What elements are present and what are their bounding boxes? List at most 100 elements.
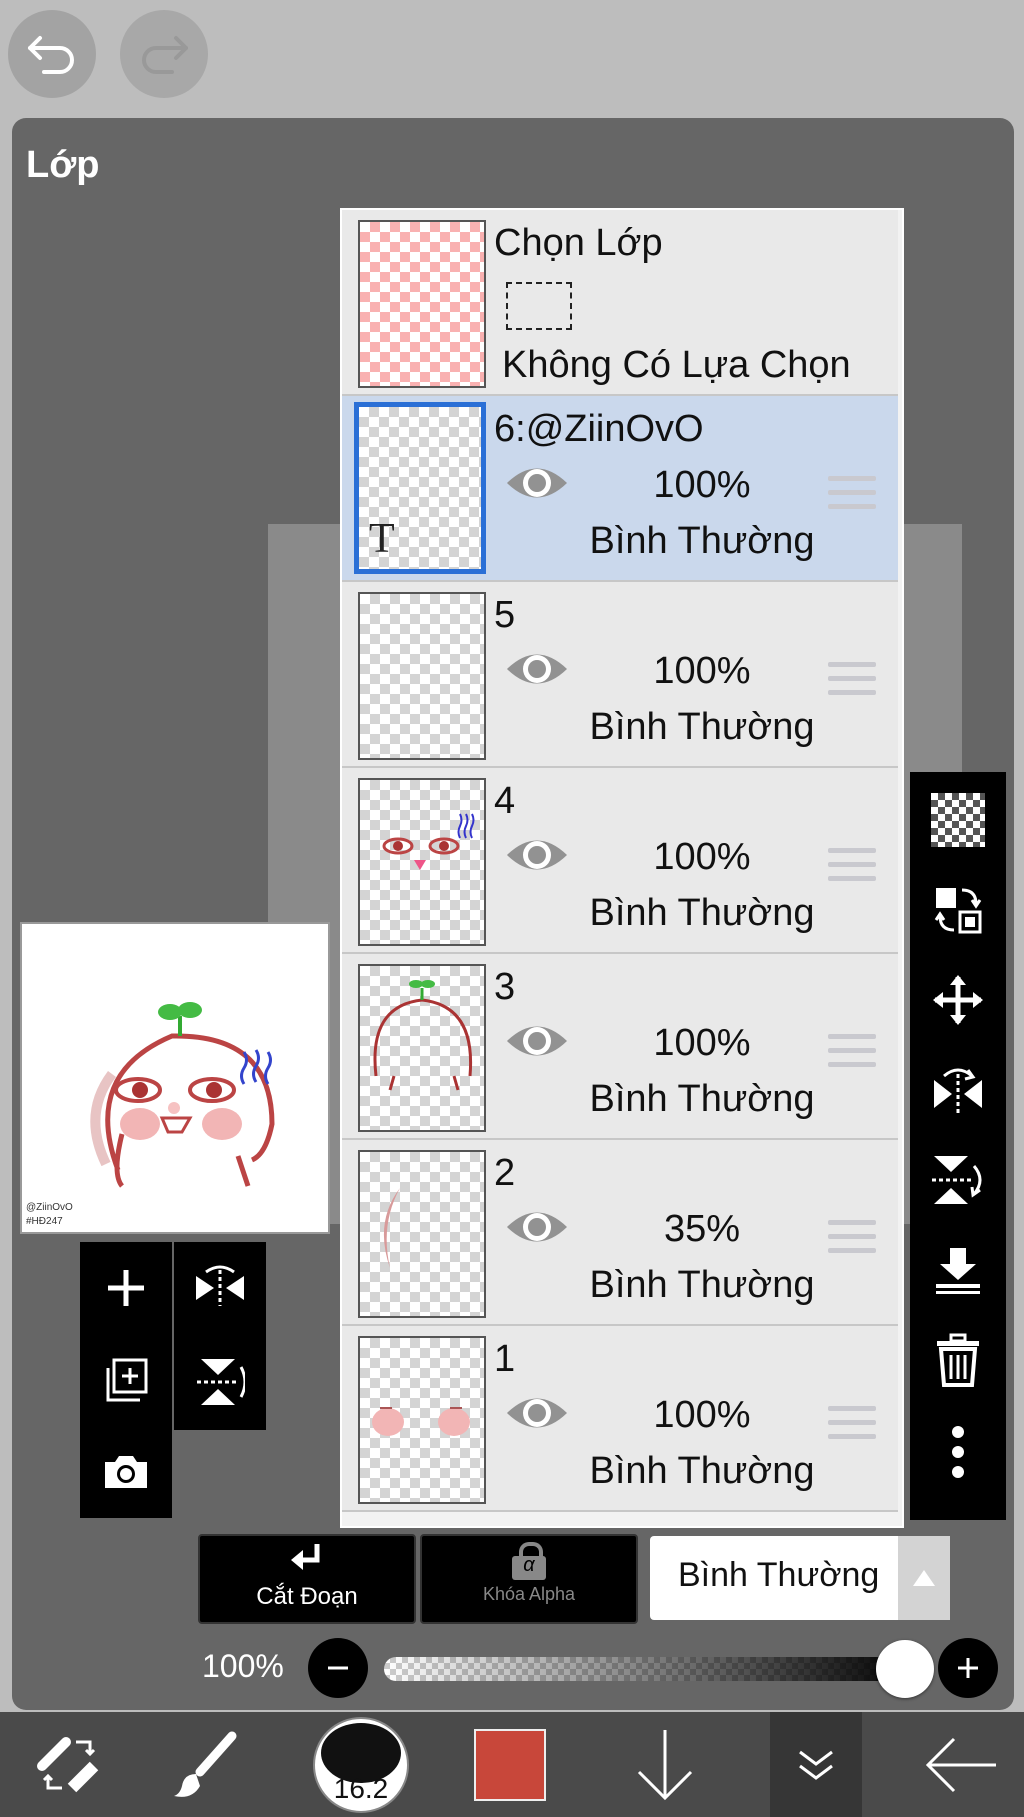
down-arrow-button[interactable] <box>610 1712 720 1817</box>
move-button[interactable] <box>910 960 1006 1040</box>
collapse-icon <box>799 1750 833 1780</box>
lock-icon: α <box>512 1542 546 1580</box>
brush-size-button[interactable]: 16.2 <box>306 1712 416 1817</box>
merge-down-icon <box>936 1248 980 1294</box>
layer-name: 3 <box>494 966 516 1008</box>
more-options-button[interactable] <box>910 1412 1006 1492</box>
drag-handle-icon[interactable] <box>828 1406 876 1448</box>
eye-icon[interactable] <box>504 1390 570 1436</box>
delete-icon <box>937 1333 979 1387</box>
layer-opacity: 100% <box>653 1394 751 1436</box>
layer-opacity: 100% <box>653 836 751 878</box>
layer-tools-toolbar <box>910 772 1006 1520</box>
layer-opacity: 35% <box>663 1208 741 1250</box>
layer-thumbnail <box>358 1336 486 1504</box>
plus-icon <box>958 1658 978 1678</box>
back-button[interactable] <box>906 1712 1016 1817</box>
layer-row[interactable]: 1 100% Bình Thường <box>342 1326 898 1512</box>
redo-button[interactable] <box>120 10 208 98</box>
opacity-slider-thumb[interactable] <box>876 1640 934 1698</box>
flip-horizontal-button[interactable] <box>910 1050 1006 1130</box>
layer-blend-mode: Bình Thường <box>589 520 815 562</box>
layer-blend-mode: Bình Thường <box>589 706 815 748</box>
outline-drawing <box>373 980 473 1091</box>
shade-drawing <box>383 1188 400 1268</box>
watermark-line-1: @ZiinOvO <box>26 1202 73 1213</box>
move-layer-content-button[interactable] <box>910 870 1006 950</box>
drag-handle-icon[interactable] <box>828 662 876 704</box>
down-arrow-icon <box>637 1729 693 1800</box>
layer-row[interactable]: 5 100% Bình Thường <box>342 582 898 768</box>
flip-vertical-button[interactable] <box>174 1334 266 1430</box>
transparency-button[interactable] <box>910 780 1006 860</box>
layer-name: 2 <box>494 1152 516 1194</box>
selection-status: Không Có Lựa Chọn <box>502 344 851 386</box>
add-layer-button[interactable] <box>80 1242 172 1334</box>
layer-opacity: 100% <box>653 1022 751 1064</box>
layer-list[interactable]: Chọn Lớp Không Có Lựa Chọn T 6:@ZiinOvO … <box>340 208 904 1528</box>
camera-button[interactable] <box>80 1426 172 1518</box>
layer-name: 4 <box>494 780 516 822</box>
opacity-increase-button[interactable] <box>938 1638 998 1698</box>
opacity-decrease-button[interactable] <box>308 1638 368 1698</box>
clipping-button[interactable]: Cắt Đoạn <box>198 1534 416 1624</box>
brush-button[interactable] <box>150 1712 260 1817</box>
undo-icon <box>28 36 74 74</box>
eyes-drawing <box>382 813 475 870</box>
opacity-label: 100% <box>202 1648 284 1684</box>
selection-layer-row[interactable]: Chọn Lớp Không Có Lựa Chọn <box>342 210 898 396</box>
blend-mode-expand-button[interactable] <box>898 1536 950 1620</box>
canvas-preview[interactable]: @ZiinOvO #HĐ247 <box>20 922 330 1234</box>
color-button[interactable] <box>456 1712 564 1817</box>
drag-handle-icon[interactable] <box>828 476 876 518</box>
eye-icon[interactable] <box>504 460 570 506</box>
delete-layer-button[interactable] <box>910 1320 1006 1400</box>
flip-vertical-button[interactable] <box>910 1140 1006 1220</box>
drag-handle-icon[interactable] <box>828 1034 876 1076</box>
drag-handle-icon[interactable] <box>828 1220 876 1262</box>
move-layer-content-icon <box>934 888 982 934</box>
layer-opacity: 100% <box>653 650 751 692</box>
eye-icon[interactable] <box>504 1018 570 1064</box>
layer-name: 5 <box>494 594 516 636</box>
flip-vertical-icon <box>932 1156 982 1204</box>
move-icon <box>933 975 983 1025</box>
selection-title: Chọn Lớp <box>494 222 663 264</box>
flip-vertical-icon <box>197 1359 245 1405</box>
layer-name: 1 <box>494 1338 516 1380</box>
alpha-lock-button[interactable]: α Khóa Alpha <box>420 1534 638 1624</box>
layer-row[interactable]: 4 100% Bình Thường <box>342 768 898 954</box>
text-layer-icon: T <box>369 516 395 562</box>
layer-thumbnail <box>358 1150 486 1318</box>
eye-icon[interactable] <box>504 646 570 692</box>
layer-row[interactable]: T 6:@ZiinOvO 100% Bình Thường <box>342 396 898 582</box>
layer-blend-mode: Bình Thường <box>589 1450 815 1492</box>
panel-title: Lớp <box>26 144 100 186</box>
more-icon <box>952 1426 964 1478</box>
flip-horizontal-icon <box>196 1265 244 1306</box>
layer-row[interactable]: 2 35% Bình Thường <box>342 1140 898 1326</box>
brush-size-icon: 16.2 <box>313 1716 409 1813</box>
duplicate-layer-button[interactable] <box>80 1334 172 1426</box>
selection-thumbnail <box>358 220 486 388</box>
eye-icon[interactable] <box>504 1204 570 1250</box>
chevron-up-icon <box>913 1570 935 1586</box>
opacity-slider-track[interactable] <box>384 1657 916 1681</box>
tool-switch-icon <box>37 1736 99 1792</box>
alpha-glyph: α <box>523 1554 535 1576</box>
layer-opacity: 100% <box>653 464 751 506</box>
blend-mode-select[interactable]: Bình Thường <box>650 1536 950 1620</box>
watermark-line-2: #HĐ247 <box>26 1216 63 1227</box>
merge-down-button[interactable] <box>910 1230 1006 1310</box>
eye-icon[interactable] <box>504 832 570 878</box>
tool-switch-button[interactable] <box>14 1712 124 1817</box>
flip-horizontal-button[interactable] <box>174 1242 266 1334</box>
blend-mode-value: Bình Thường <box>678 1556 880 1594</box>
drag-handle-icon[interactable] <box>828 848 876 890</box>
undo-button[interactable] <box>8 10 96 98</box>
clip-label: Cắt Đoạn <box>256 1583 358 1610</box>
layer-row[interactable]: 3 100% Bình Thường <box>342 954 898 1140</box>
collapse-button[interactable] <box>770 1712 862 1817</box>
brush-icon <box>174 1731 237 1797</box>
duplicate-layer-icon <box>106 1358 148 1402</box>
